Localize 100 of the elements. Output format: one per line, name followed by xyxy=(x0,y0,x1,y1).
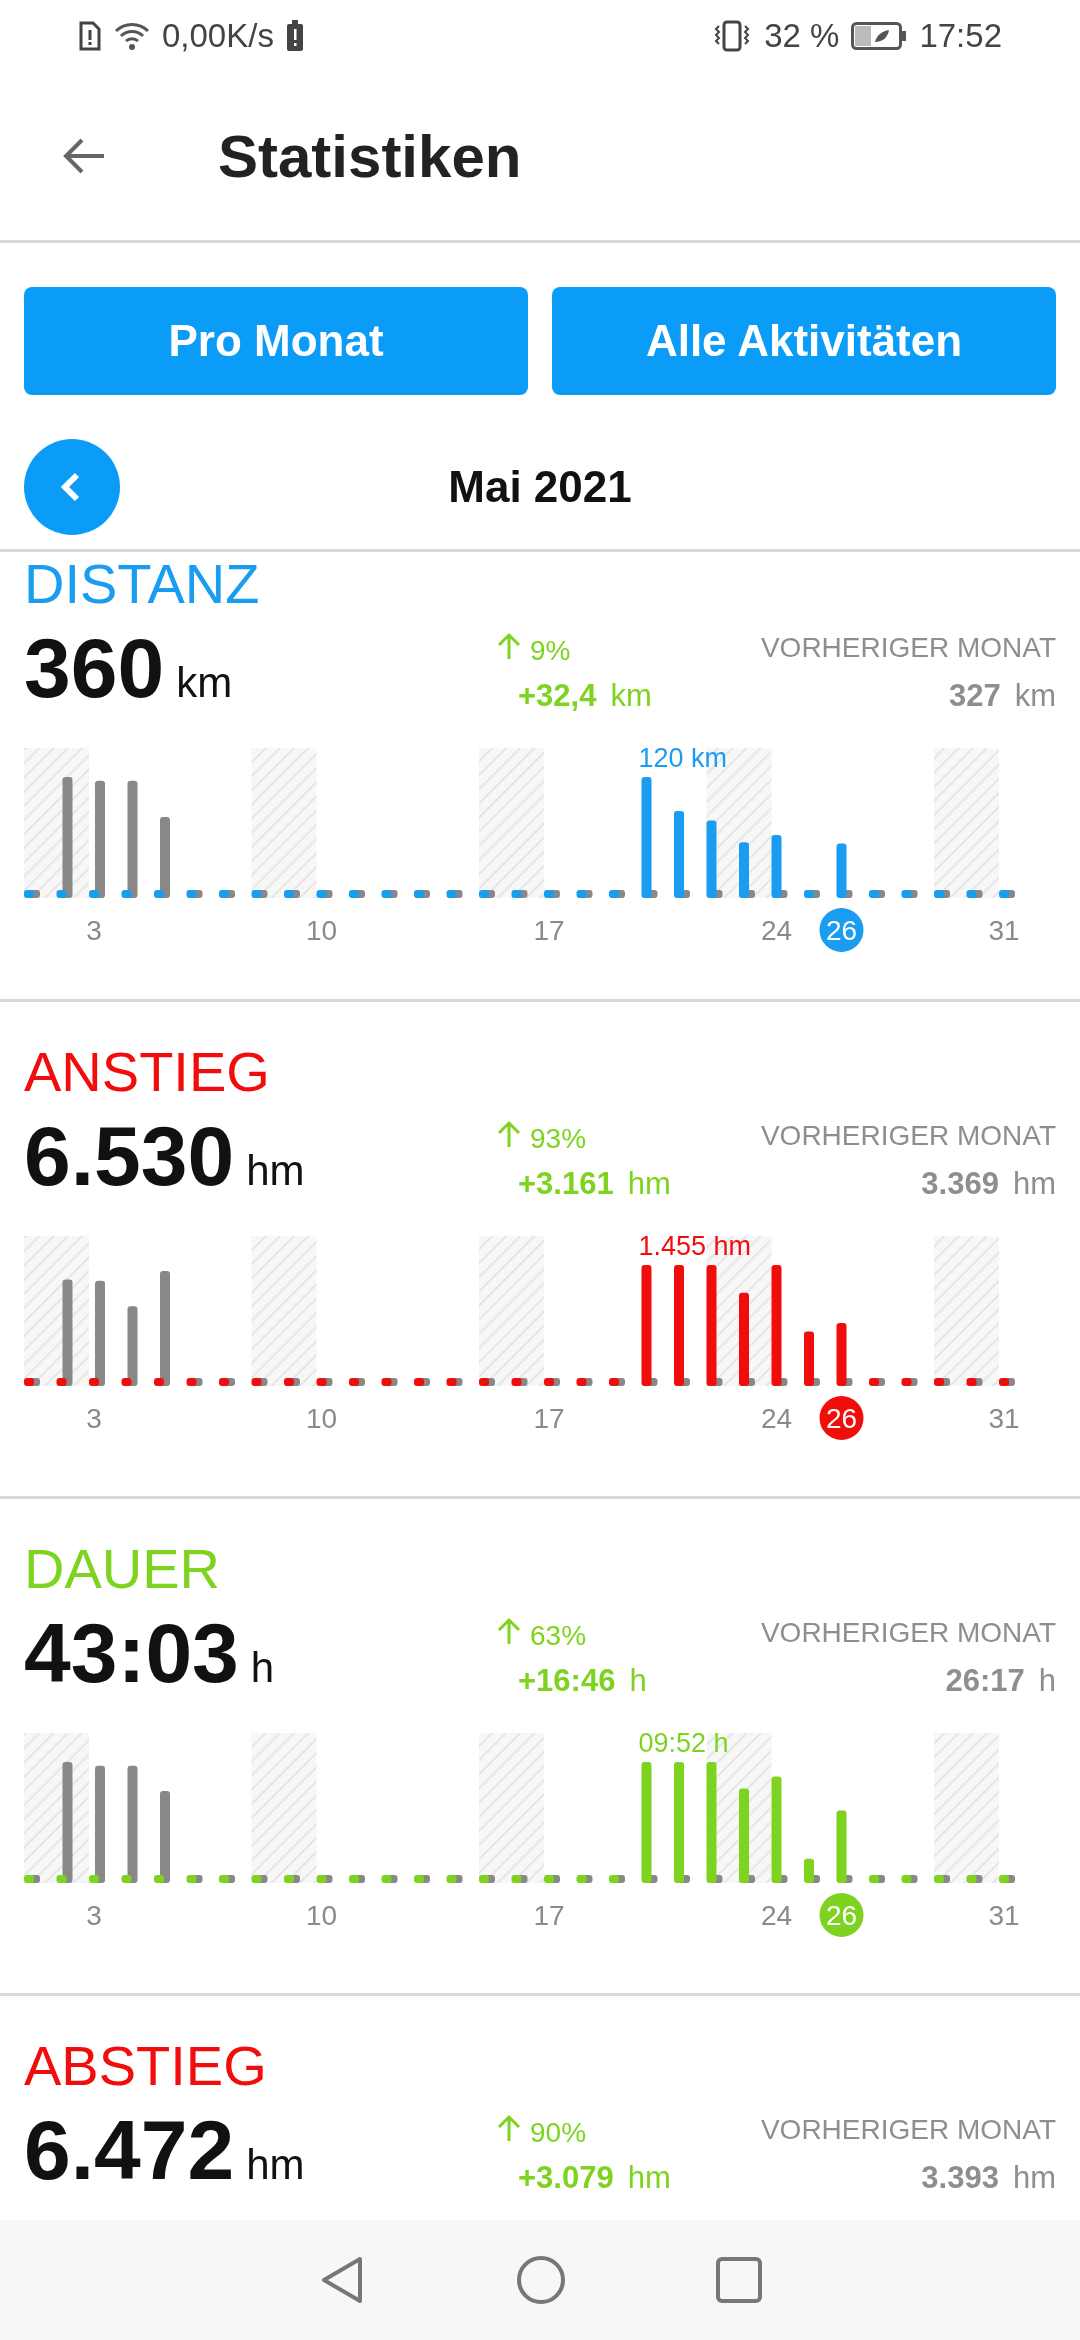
home-nav-button[interactable] xyxy=(516,2255,566,2305)
day-label[interactable]: 10 xyxy=(305,1403,338,1434)
day-label[interactable]: 17 xyxy=(533,1900,565,1931)
day-label[interactable]: 24 xyxy=(760,1403,793,1434)
current-month-bar xyxy=(89,890,99,898)
filter-button[interactable]: Alle Aktivitäten xyxy=(552,287,1056,395)
metric-value: 6.530 xyxy=(24,1114,235,1198)
current-month-bar xyxy=(89,1875,99,1883)
current-month-bar xyxy=(89,1378,99,1386)
day-label[interactable]: 24 xyxy=(760,1900,793,1931)
current-month-bar xyxy=(414,1875,424,1883)
current-month-bar xyxy=(576,1875,587,1883)
previous-value: 3.369 xyxy=(921,1166,999,1202)
day-label[interactable]: 31 xyxy=(988,1403,1020,1434)
day-label[interactable]: 3 xyxy=(86,1900,102,1931)
battery-icon xyxy=(851,22,908,50)
recents-nav-button[interactable] xyxy=(716,2257,762,2303)
day-label[interactable]: 31 xyxy=(988,1900,1020,1931)
current-month-bar xyxy=(934,890,944,898)
previous-month-label: VORHERIGER MONAT xyxy=(760,1617,1056,1649)
current-month-bar xyxy=(544,890,554,898)
current-month-bar xyxy=(121,1875,132,1883)
current-month-bar xyxy=(284,1875,294,1883)
change-percent: 90% xyxy=(530,2117,587,2149)
current-month-bar xyxy=(154,890,164,898)
change-unit: km xyxy=(610,678,652,714)
metric-unit: hm xyxy=(246,2141,305,2189)
current-month-bar xyxy=(251,890,262,898)
current-month-bar xyxy=(999,890,1009,898)
current-month-bar xyxy=(219,890,229,898)
current-month-bar xyxy=(446,1875,457,1883)
current-month-bar xyxy=(186,1378,197,1386)
current-month-bar xyxy=(934,1875,944,1883)
current-month-bar xyxy=(999,1875,1009,1883)
day-label[interactable]: 26 xyxy=(819,908,864,952)
change-value: +32,4 xyxy=(518,678,597,714)
previous-month-label: VORHERIGER MONAT xyxy=(760,1120,1056,1152)
current-month-bar xyxy=(804,1331,814,1386)
current-month-bar xyxy=(186,890,197,898)
change-unit: hm xyxy=(627,2160,671,2196)
screen-title: Statistiken xyxy=(218,121,522,191)
previous-unit: hm xyxy=(1012,2160,1056,2196)
current-month-bar xyxy=(901,1378,912,1386)
current-month-bar xyxy=(121,890,132,898)
current-month-bar xyxy=(284,1378,294,1386)
current-month-bar xyxy=(869,890,879,898)
current-month-bar xyxy=(219,1378,229,1386)
sim-alert-icon xyxy=(78,21,102,51)
day-label[interactable]: 26 xyxy=(819,1396,864,1440)
current-month-bar xyxy=(739,842,749,898)
current-month-bar xyxy=(56,890,67,898)
battery-alert-icon xyxy=(285,20,304,52)
current-month-bar xyxy=(154,1378,164,1386)
current-month-bar xyxy=(771,835,782,898)
arrow-up-icon xyxy=(496,1617,522,1645)
current-month-bar xyxy=(869,1875,879,1883)
current-month-bar xyxy=(219,1875,229,1883)
current-month-bar xyxy=(836,843,847,898)
previous-value: 3.393 xyxy=(921,2160,999,2196)
current-month-bar xyxy=(446,1378,457,1386)
change-percent: 63% xyxy=(530,1620,587,1652)
day-label[interactable]: 31 xyxy=(988,915,1020,946)
metric-value: 6.472 xyxy=(24,2108,235,2192)
wifi-icon xyxy=(114,21,150,51)
previous-month-label: VORHERIGER MONAT xyxy=(760,632,1056,664)
current-month-bar xyxy=(24,890,34,898)
current-month-bar xyxy=(446,890,457,898)
current-month-bar xyxy=(479,890,489,898)
current-month-bar xyxy=(24,1378,34,1386)
current-month-bar xyxy=(869,1378,879,1386)
current-month-bar xyxy=(966,1378,977,1386)
filter-button[interactable]: Pro Monat xyxy=(24,287,528,395)
current-month-bar xyxy=(24,1875,34,1883)
current-month-bar xyxy=(934,1378,944,1386)
current-month-bar xyxy=(511,890,522,898)
day-label[interactable]: 10 xyxy=(305,915,338,946)
current-month-bar xyxy=(154,1875,164,1883)
arrow-up-icon xyxy=(496,2114,522,2142)
day-label[interactable]: 24 xyxy=(760,915,793,946)
metric-title: ANSTIEG xyxy=(24,1040,271,1104)
current-month-bar xyxy=(316,1378,327,1386)
current-month-bar xyxy=(511,1875,522,1883)
day-label[interactable]: 10 xyxy=(305,1900,338,1931)
metric-unit: hm xyxy=(246,1147,305,1195)
day-label[interactable]: 17 xyxy=(533,915,565,946)
day-label[interactable]: 26 xyxy=(819,1893,864,1937)
current-month-bar xyxy=(316,890,327,898)
day-label[interactable]: 3 xyxy=(86,1403,102,1434)
day-label[interactable]: 17 xyxy=(533,1403,565,1434)
current-month-bar xyxy=(349,890,359,898)
current-month-bar xyxy=(609,890,619,898)
day-label[interactable]: 3 xyxy=(86,915,102,946)
clock: 17:52 xyxy=(919,17,1002,55)
current-month-bar xyxy=(609,1875,619,1883)
arrow-up-icon xyxy=(496,1120,522,1148)
current-month-bar xyxy=(414,890,424,898)
battery-percentage: 32 % xyxy=(764,17,840,55)
current-month-bar xyxy=(284,890,294,898)
metric-unit: km xyxy=(176,659,233,707)
previous-value: 327 xyxy=(948,678,1001,714)
